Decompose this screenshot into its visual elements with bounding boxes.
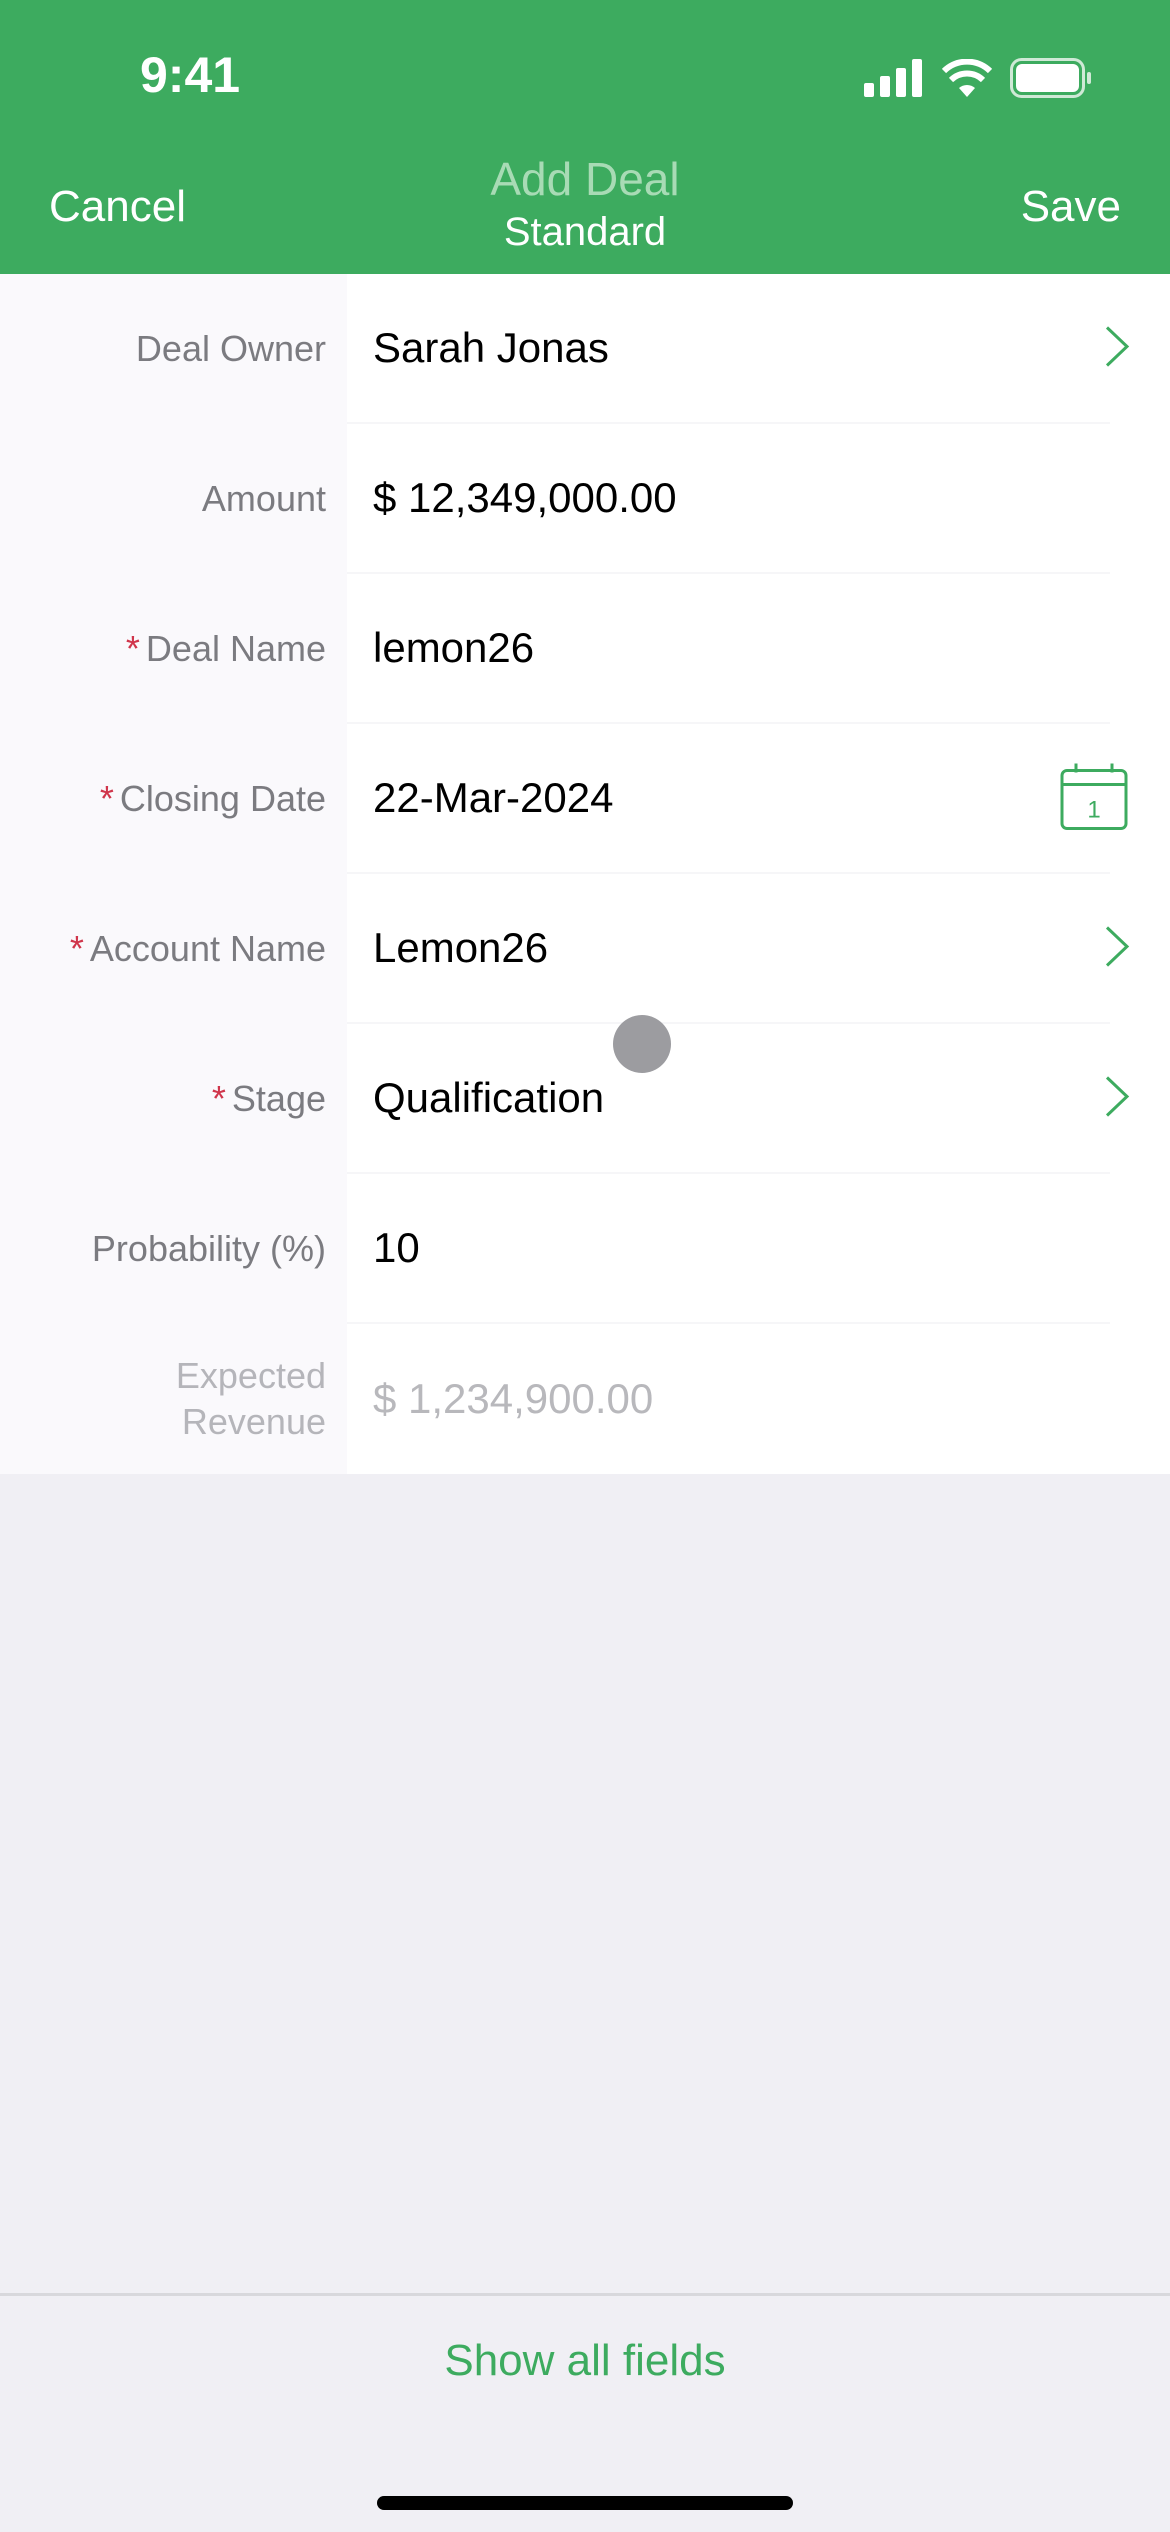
home-indicator[interactable]: [377, 2496, 793, 2510]
layout-subtitle[interactable]: Standard: [0, 210, 1170, 255]
field-value-expected-revenue: $ 1,234,900.00: [373, 1375, 654, 1422]
field-row-expected-revenue[interactable]: Expected Revenue $ 1,234,900.00: [0, 1324, 1170, 1474]
field-row-stage[interactable]: * Stage Qualification: [0, 1024, 1170, 1174]
field-row-account-name[interactable]: * Account Name Lemon26: [0, 874, 1170, 1024]
page-title: Add Deal: [490, 153, 680, 205]
field-label: * Account Name: [0, 874, 347, 1024]
chevron-right-icon[interactable]: [1104, 925, 1130, 974]
touch-indicator: [613, 1015, 671, 1073]
calendar-icon[interactable]: 1: [1060, 763, 1128, 836]
status-time: 9:41: [140, 47, 241, 103]
field-row-amount[interactable]: Amount $ 12,349,000.00: [0, 424, 1170, 574]
deal-form: Deal Owner Sarah Jonas Amount $ 12,349,000.…: [0, 274, 1170, 1474]
field-label: Deal Owner: [0, 274, 347, 424]
field-label-text: Stage: [231, 1078, 326, 1119]
field-row-deal-owner[interactable]: Deal Owner Sarah Jonas: [0, 274, 1170, 424]
field-value-deal-name[interactable]: lemon26: [347, 574, 1110, 724]
required-marker: *: [211, 1078, 226, 1119]
field-label-text: Closing Date: [119, 778, 326, 819]
field-label: * Closing Date: [0, 724, 347, 874]
required-marker: *: [125, 628, 140, 669]
field-label-text: Expected Revenue: [175, 1355, 326, 1442]
field-label: Probability (%): [0, 1174, 347, 1324]
battery-icon: [1010, 58, 1091, 98]
field-label: * Stage: [0, 1024, 347, 1174]
svg-text:1: 1: [1087, 797, 1100, 824]
wifi-icon: [942, 59, 992, 97]
field-label: Amount: [0, 424, 347, 574]
field-value-closing-date[interactable]: 22-Mar-2024: [347, 724, 1110, 874]
field-label-text: Deal Owner: [135, 328, 326, 369]
field-value-account-name[interactable]: Lemon26: [347, 874, 1110, 1024]
field-row-closing-date[interactable]: * Closing Date 22-Mar-2024 1: [0, 724, 1170, 874]
field-label-text: Deal Name: [145, 628, 326, 669]
nav-header: 9:41 Cancel Add Deal Standard Save: [0, 0, 1170, 274]
field-value-stage[interactable]: Qualification: [347, 1024, 1110, 1174]
chevron-right-icon[interactable]: [1104, 1075, 1130, 1124]
field-value-deal-owner[interactable]: Sarah Jonas: [347, 274, 1110, 424]
footer: Show all fields: [0, 2293, 1170, 2532]
required-marker: *: [99, 778, 114, 819]
field-label-text: Amount: [201, 478, 326, 519]
field-row-probability[interactable]: Probability (%) 10: [0, 1174, 1170, 1324]
field-label-text: Account Name: [89, 928, 326, 969]
chevron-right-icon[interactable]: [1104, 325, 1130, 374]
save-button[interactable]: Save: [1021, 182, 1121, 232]
required-marker: *: [69, 928, 84, 969]
field-label-text: Probability (%): [91, 1228, 326, 1269]
field-row-deal-name[interactable]: * Deal Name lemon26: [0, 574, 1170, 724]
field-value-amount[interactable]: $ 12,349,000.00: [347, 424, 1110, 574]
status-icons: [864, 58, 1092, 98]
signal-icon: [864, 59, 922, 97]
field-label: Expected Revenue: [0, 1324, 347, 1474]
show-all-fields-button[interactable]: Show all fields: [0, 2336, 1170, 2386]
field-value-probability[interactable]: 10: [347, 1174, 1110, 1324]
field-label: * Deal Name: [0, 574, 347, 724]
